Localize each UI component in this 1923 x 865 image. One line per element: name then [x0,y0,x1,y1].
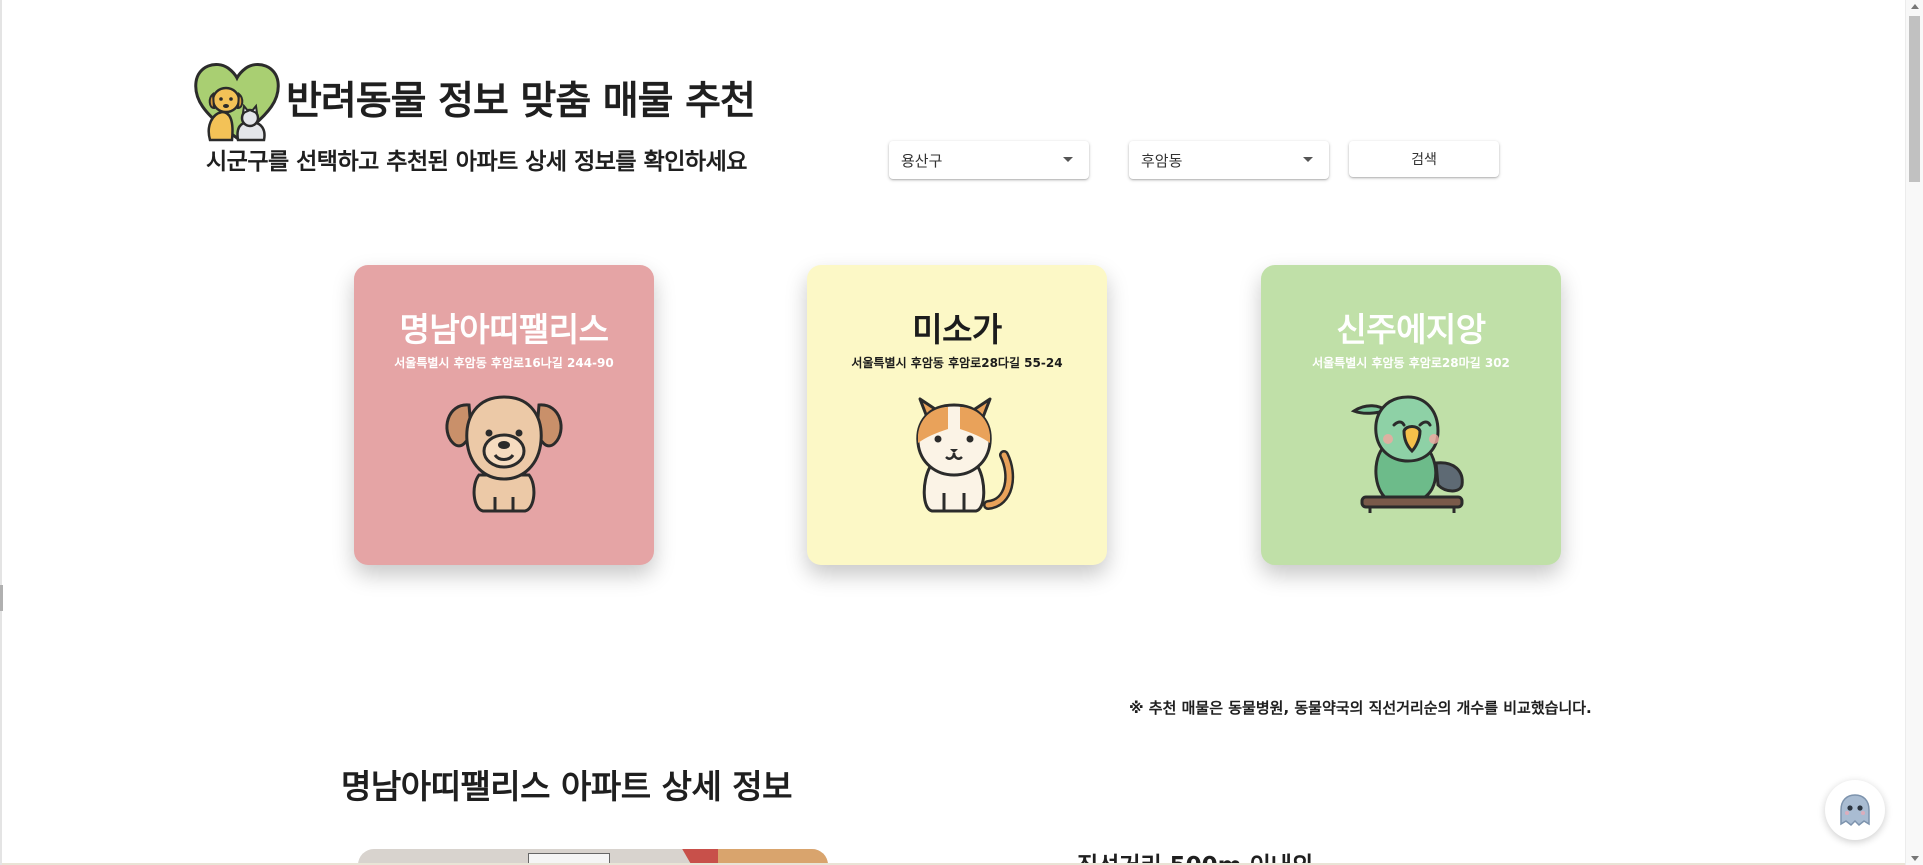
chevron-down-icon [1063,157,1073,162]
page-title: 반려동물 정보 맞춤 매물 추천 [286,79,756,124]
scrollbar-thumb[interactable] [1909,16,1920,182]
dong-select[interactable]: 후암동 [1129,141,1329,179]
card-address: 서울특별시 후암동 후암로28다길 55-24 [851,356,1063,370]
pets-heart-logo-icon [192,58,282,142]
scroll-down-icon[interactable] [1911,856,1919,861]
divider [0,585,3,611]
scroll-up-icon[interactable] [1911,4,1919,9]
page: 반려동물 정보 맞춤 매물 추천 시군구를 선택하고 추천된 아파트 상세 정보… [0,0,1905,865]
dog-icon [445,395,563,513]
recommend-card-3[interactable]: 신주에지앙 서울특별시 후암동 후암로28마길 302 [1261,265,1561,565]
district-select[interactable]: 용산구 [889,141,1089,179]
chevron-down-icon [1303,157,1313,162]
card-name: 신주에지앙 [1336,310,1486,349]
card-name: 미소가 [912,310,1002,349]
card-address: 서울특별시 후암동 후암로28마길 302 [1312,356,1510,370]
district-select-value: 용산구 [901,152,943,170]
ghost-chatbot-icon [1840,794,1870,827]
search-button[interactable]: 검색 [1349,141,1499,177]
chatbot-button[interactable] [1825,780,1885,840]
recommendation-note: ※ 추천 매물은 동물병원, 동물약국의 직선거리순의 개수를 비교했습니다. [1129,699,1592,717]
card-address: 서울특별시 후암동 후암로16나길 244-90 [394,356,614,370]
card-name: 명남아띠팰리스 [399,310,609,349]
recommend-card-1[interactable]: 명남아띠팰리스 서울특별시 후암동 후암로16나길 244-90 [354,265,654,565]
detail-title: 명남아띠팰리스 아파트 상세 정보 [341,767,793,806]
page-subtitle: 시군구를 선택하고 추천된 아파트 상세 정보를 확인하세요 [206,149,747,175]
parrot-icon [1350,395,1464,513]
cat-icon [916,397,1015,513]
vertical-scrollbar[interactable] [1905,0,1923,865]
dong-select-value: 후암동 [1141,152,1183,170]
recommend-card-2[interactable]: 미소가 서울특별시 후암동 후암로28다길 55-24 [807,265,1107,565]
